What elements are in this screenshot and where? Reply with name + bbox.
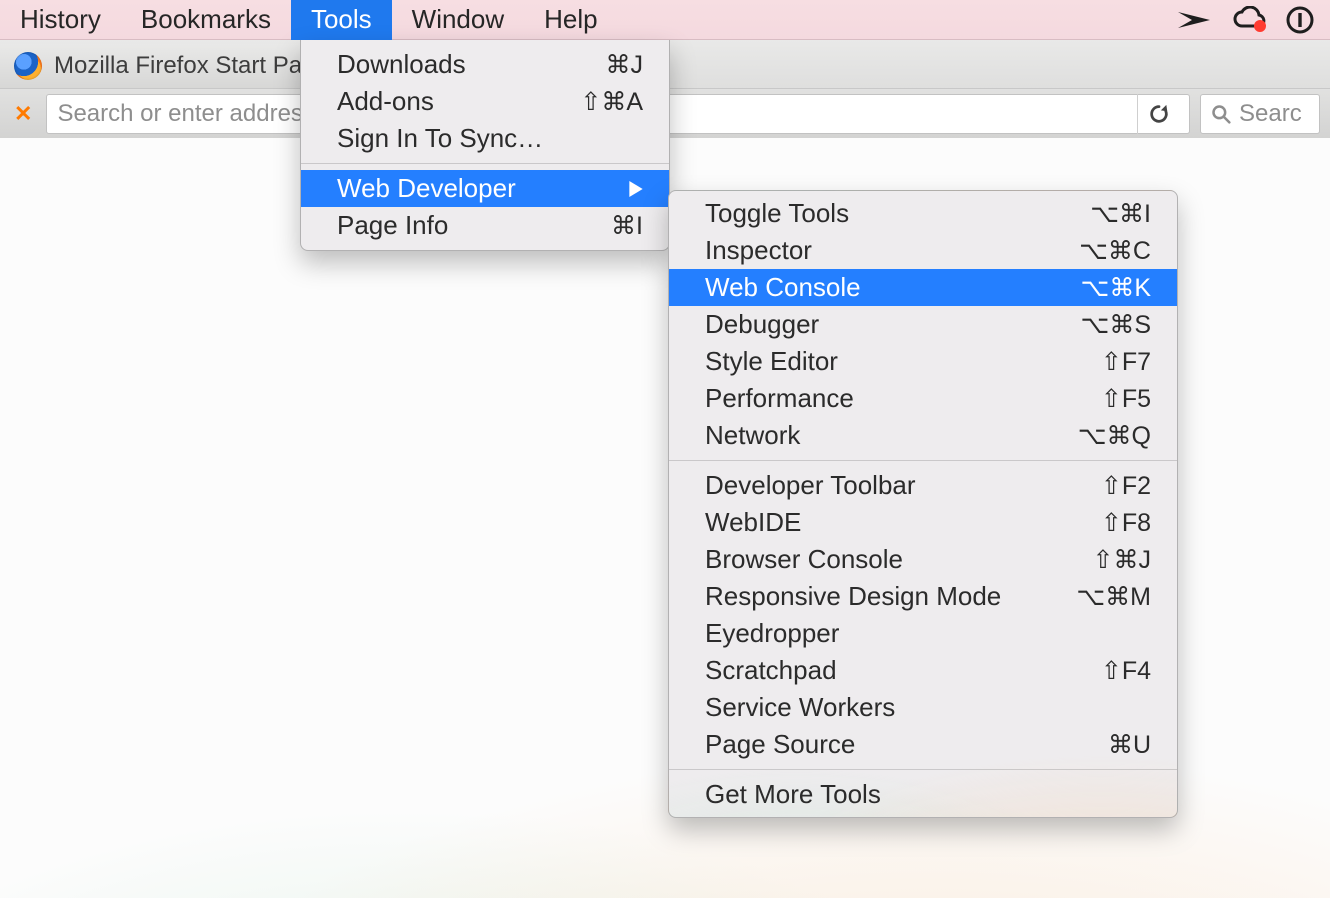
menubar-bookmarks[interactable]: Bookmarks [121,0,291,40]
menubar-window[interactable]: Window [392,0,524,40]
tab-active[interactable]: Mozilla Firefox Start Pa [0,44,318,88]
menuitem-shortcut: ⇧⌘J [1055,545,1151,575]
menuitem-shortcut: ⌥⌘Q [1055,421,1151,451]
menubar-help[interactable]: Help [524,0,617,40]
menuitem-toggle-tools[interactable]: Toggle Tools ⌥⌘I [669,195,1177,232]
menuitem-service-workers[interactable]: Service Workers [669,689,1177,726]
menubar-tools[interactable]: Tools [291,0,392,40]
menuitem-label: WebIDE [705,507,1025,538]
menuitem-web-console[interactable]: Web Console ⌥⌘K [669,269,1177,306]
menuitem-web-developer[interactable]: Web Developer [301,170,669,207]
cloud-status-icon[interactable] [1232,6,1268,34]
menuitem-shortcut: ⇧F4 [1055,656,1151,686]
menuitem-eyedropper[interactable]: Eyedropper [669,615,1177,652]
menuitem-shortcut: ⌥⌘M [1055,582,1151,612]
menu-separator [669,460,1177,461]
menuitem-shortcut: ⌥⌘K [1055,273,1151,303]
menubar-history[interactable]: History [0,0,121,40]
menuitem-performance[interactable]: Performance ⇧F5 [669,380,1177,417]
menuitem-label: Performance [705,383,1025,414]
menuitem-shortcut: ⌥⌘C [1055,236,1151,266]
menuitem-shortcut: ⇧F7 [1055,347,1151,377]
menuitem-label: Browser Console [705,544,1025,575]
menu-separator [669,769,1177,770]
menu-separator [301,163,669,164]
menuitem-shortcut: ⌘U [1055,730,1151,760]
menuitem-developer-toolbar[interactable]: Developer Toolbar ⇧F2 [669,467,1177,504]
menuitem-signin-sync[interactable]: Sign In To Sync… [301,120,669,157]
menuitem-page-source[interactable]: Page Source ⌘U [669,726,1177,763]
menuitem-shortcut: ⇧F5 [1055,384,1151,414]
menuitem-inspector[interactable]: Inspector ⌥⌘C [669,232,1177,269]
menuitem-label: Debugger [705,309,1025,340]
menuitem-webide[interactable]: WebIDE ⇧F8 [669,504,1177,541]
reload-button[interactable] [1137,94,1179,134]
menuitem-label: Eyedropper [705,618,1025,649]
tools-menu: Downloads ⌘J Add-ons ⇧⌘A Sign In To Sync… [300,40,670,251]
menuitem-debugger[interactable]: Debugger ⌥⌘S [669,306,1177,343]
menuitem-shortcut: ⌥⌘I [1055,199,1151,229]
submenu-arrow-icon [629,173,643,204]
web-developer-submenu: Toggle Tools ⌥⌘I Inspector ⌥⌘C Web Console ⌥⌘… [668,190,1178,818]
menuitem-label: Web Console [705,272,1025,303]
menuitem-label: Style Editor [705,346,1025,377]
menuitem-get-more-tools[interactable]: Get More Tools [669,776,1177,813]
menuitem-label: Scratchpad [705,655,1025,686]
menuitem-page-info[interactable]: Page Info ⌘I [301,207,669,244]
search-icon [1211,104,1231,124]
menuitem-downloads[interactable]: Downloads ⌘J [301,46,669,83]
menuitem-scratchpad[interactable]: Scratchpad ⇧F4 [669,652,1177,689]
menuitem-shortcut: ⇧F8 [1055,508,1151,538]
menuitem-shortcut: ⇧F2 [1055,471,1151,501]
menuitem-label: Get More Tools [705,779,1025,810]
menuitem-label: Developer Toolbar [705,470,1025,501]
menuitem-label: Toggle Tools [705,198,1025,229]
url-placeholder: Search or enter address [57,100,314,128]
menuitem-browser-console[interactable]: Browser Console ⇧⌘J [669,541,1177,578]
system-menubar: History Bookmarks Tools Window Help [0,0,1330,40]
menuitem-label: Responsive Design Mode [705,581,1025,612]
firefox-logo-icon [14,52,42,80]
one-password-icon[interactable] [1286,6,1314,34]
menuitem-label: Service Workers [705,692,1025,723]
menuitem-label: Page Source [705,729,1025,760]
status-tray [1176,6,1324,34]
search-input[interactable]: Searc [1200,94,1320,134]
tab-title: Mozilla Firefox Start Pa [54,52,302,80]
search-placeholder: Searc [1239,100,1302,128]
paper-plane-icon[interactable] [1176,8,1214,32]
menuitem-responsive-design-mode[interactable]: Responsive Design Mode ⌥⌘M [669,578,1177,615]
menuitem-network[interactable]: Network ⌥⌘Q [669,417,1177,454]
menuitem-shortcut: ⌥⌘S [1055,310,1151,340]
stop-icon[interactable]: ✕ [10,101,36,127]
menuitem-addons[interactable]: Add-ons ⇧⌘A [301,83,669,120]
menuitem-label: Network [705,420,1025,451]
menuitem-style-editor[interactable]: Style Editor ⇧F7 [669,343,1177,380]
menuitem-label: Inspector [705,235,1025,266]
